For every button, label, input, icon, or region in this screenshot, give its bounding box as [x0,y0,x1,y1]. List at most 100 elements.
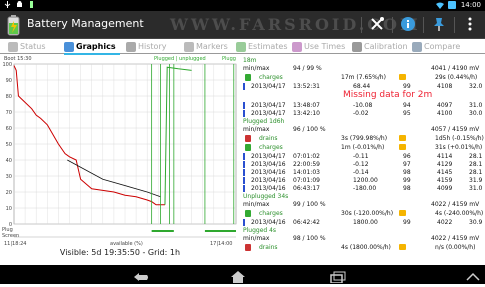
row-voltage: 4145 [437,169,453,176]
minmax-row[interactable]: min/max 96 / 100 % 4057 / 4159 mV [241,126,485,134]
status-bar: 14:00 [0,0,485,11]
rate-row[interactable]: charges 17m (7.65%/h) 29s (0.44%/h) [241,74,485,82]
tab-estimates[interactable]: Estimates [236,40,288,53]
rate-row[interactable]: charges 1m (-0.01%/h) 31s (+0.01%/h) [241,144,485,152]
rate-indicator-icon [399,74,406,80]
rate-right: 1d5h (-0.15%/h) [435,135,484,142]
rate-row[interactable]: drains 3s (799.98%/h) 1d5h (-0.15%/h) [241,135,485,143]
tab-status[interactable]: Status [8,40,46,53]
row-time: 06:42:42 [293,219,320,226]
tab-compare[interactable]: Compare [412,40,460,53]
history-row[interactable]: 2013/04/17 13:42:10 -0.02 95 4100 30.0 [241,110,485,118]
estimates-tab-icon [236,41,246,52]
row-time: 13:42:10 [293,110,320,117]
info-button[interactable] [397,14,419,36]
row-marker [243,102,245,109]
action-separator [423,17,424,33]
minmax-percent: 94 / 99 % [293,65,322,72]
history-row[interactable]: 2013/04/17 07:01:02 -0.11 96 4114 28.1 [241,153,485,161]
tab-label: Markers [196,42,228,51]
tab-calibration[interactable]: Calibration [352,40,408,53]
tools-button[interactable] [366,14,388,36]
y-tick-label: 100 [2,62,12,68]
battery-chart[interactable]: 100 90 80 70 60 50 40 30 20 10 0 Boot 15:30 Plugge… [0,55,240,265]
row-percent: 99 [403,83,411,90]
minmax-row[interactable]: min/max 98 / 100 % 4022 / 4159 mV [241,235,485,243]
overflow-menu-button[interactable] [459,14,481,36]
tab-label: Use Times [304,42,346,51]
chart-boot-label: Boot 15:30 [4,56,32,62]
minmax-row[interactable]: min/max 94 / 99 % 4041 / 4190 mV [241,65,485,73]
history-row[interactable]: 2013/04/16 07:01:09 1200.00 99 4159 31.9 [241,177,485,185]
row-percent: 97 [403,161,411,168]
calibration-tab-icon [352,41,362,52]
row-date: 2013/04/16 [251,185,286,192]
markers-tab-icon [184,41,194,52]
history-row[interactable]: 2013/04/16 06:42:42 1800.00 99 4022 30.9 [241,219,485,227]
row-temperature: 30.9 [469,219,483,226]
row-marker [243,110,245,117]
tab-use-times[interactable]: Use Times [292,40,345,53]
graphics-tab-icon [64,41,74,52]
section-header[interactable]: Plugged 1d6h [241,118,485,126]
row-percent: 96 [403,153,411,160]
tab-markers[interactable]: Markers [184,40,228,53]
history-row[interactable]: 2013/04/16 14:01:03 -0.14 98 4145 28.1 [241,169,485,177]
row-time: 06:43:17 [293,185,320,192]
back-button[interactable] [132,268,148,281]
chart-screen-row-label: Screen [2,233,20,239]
row-voltage: 4114 [437,153,453,160]
row-temperature: 32.0 [469,83,483,90]
rate-left: 3s (799.98%/h) [341,135,388,142]
section-header[interactable]: Plugged 4s [241,227,485,235]
row-date: 2013/04/16 [251,177,286,184]
missing-data-notice: Missing data for 2m [343,90,433,100]
row-voltage: 4129 [437,161,453,168]
row-voltage: 4022 [437,219,453,226]
row-date: 2013/04/17 [251,102,286,109]
rate-left: 17m (7.65%/h) [341,74,386,81]
history-row[interactable]: 2013/04/16 22:00:59 -0.12 97 4129 28.1 [241,161,485,169]
back-icon [132,268,150,287]
row-rate: 68.44 [353,83,371,90]
rate-left: 4s (1800.00%/h) [341,244,391,251]
y-tick-label: 30 [6,174,12,180]
row-marker [243,153,245,160]
rate-right: 29s (0.44%/h) [435,74,478,81]
battery-app-icon [28,1,35,8]
home-button[interactable] [230,268,245,283]
history-row[interactable]: 2013/04/16 06:43:17 -180.00 98 4099 31.0 [241,185,485,193]
pin-button[interactable] [428,14,450,36]
history-row[interactable]: 2013/04/17 13:48:07 -10.08 94 4097 31.0 [241,102,485,110]
rate-left: 1m (-0.01%/h) [341,144,385,151]
tab-history[interactable]: History [126,40,166,53]
y-tick-label: 40 [6,158,12,164]
overflow-menu-icon [467,16,473,35]
minmax-label: min/max [243,126,270,133]
rate-row[interactable]: drains 4s (1800.00%/h) n/s (0.00%/h) [241,244,485,252]
rate-indicator-icon [399,210,406,216]
battery-app-logo-icon[interactable] [5,15,22,36]
row-date: 2013/04/17 [251,153,286,160]
section-header[interactable]: Unplugged 34s [241,193,485,201]
tab-graphics[interactable]: Graphics [64,40,116,53]
row-time: 22:00:59 [293,161,320,168]
minmax-label: min/max [243,235,270,242]
row-rate: 1200.00 [353,177,378,184]
rate-row[interactable]: charges 30s (-120.00%/h) 4s (-240.00%/h) [241,210,485,218]
row-percent: 99 [403,177,411,184]
row-rate: -10.08 [353,102,373,109]
recent-apps-button[interactable] [330,268,346,284]
minmax-row[interactable]: min/max 99 / 100 % 4022 / 4159 mV [241,201,485,209]
chart-x-end-label: 17|14:00 [210,241,233,247]
row-temperature: 30.0 [469,110,483,117]
tab-label: Estimates [248,42,288,51]
up-arrow-button[interactable] [466,268,480,281]
chart-x-start-label: 11|18:24 [4,241,27,247]
row-marker [243,185,245,192]
row-marker [243,219,245,226]
app-title: Battery Management [27,17,144,30]
list-header[interactable]: 18m [241,57,485,65]
row-marker [243,83,245,90]
history-list[interactable]: 18m min/max 94 / 99 % 4041 / 4190 mV charges… [241,55,485,265]
